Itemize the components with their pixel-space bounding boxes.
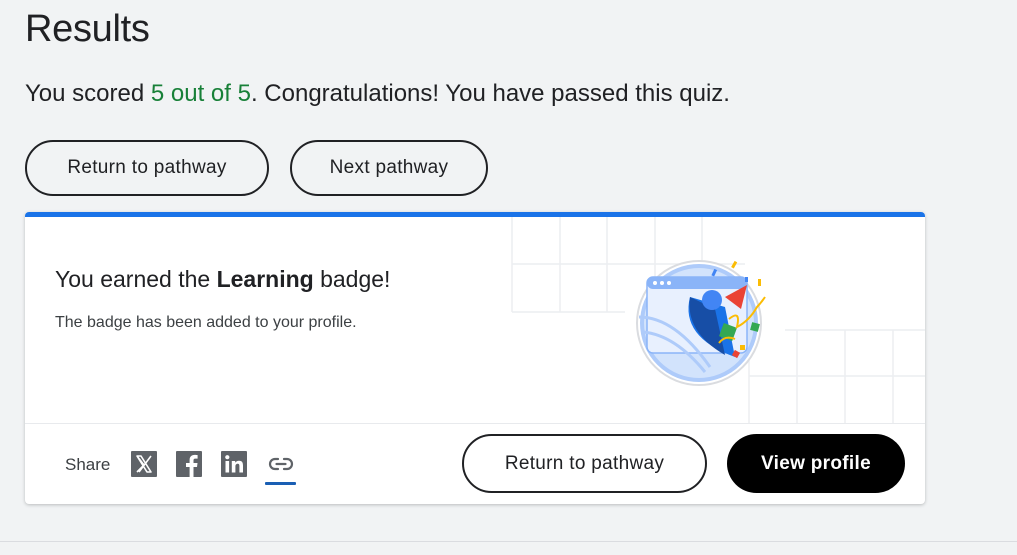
x-icon[interactable] — [131, 451, 157, 477]
badge-added-text: The badge has been added to your profile… — [55, 314, 357, 331]
view-profile-button[interactable]: View profile — [727, 434, 905, 493]
earned-suffix: badge! — [313, 266, 391, 292]
earned-prefix: You earned the — [55, 266, 217, 292]
share-label: Share — [65, 455, 111, 474]
next-pathway-button[interactable]: Next pathway — [290, 140, 488, 196]
page-bottom-divider — [0, 541, 1017, 542]
return-to-pathway-button[interactable]: Return to pathway — [25, 140, 269, 196]
badge-name: Learning — [216, 266, 314, 292]
quiz-results-page: Results You scored 5 out of 5. Congratul… — [0, 0, 1017, 555]
card-footer-divider — [25, 423, 925, 424]
score-prefix: You scored — [25, 80, 151, 107]
score-message: You scored 5 out of 5. Congratulations! … — [25, 80, 730, 108]
score-value: 5 out of 5 — [150, 80, 251, 107]
linkedin-icon[interactable] — [221, 451, 247, 477]
link-icon-underline — [265, 482, 296, 485]
learning-badge-illustration — [636, 260, 766, 386]
badge-earned-heading: You earned the Learning badge! — [55, 266, 390, 293]
link-icon[interactable] — [267, 451, 295, 477]
score-suffix: . Congratulations! You have passed this … — [250, 80, 730, 107]
badge-card: You earned the Learning badge! The badge… — [25, 212, 925, 504]
page-title: Results — [25, 8, 150, 50]
facebook-icon[interactable] — [176, 451, 202, 477]
card-return-to-pathway-button[interactable]: Return to pathway — [462, 434, 707, 493]
